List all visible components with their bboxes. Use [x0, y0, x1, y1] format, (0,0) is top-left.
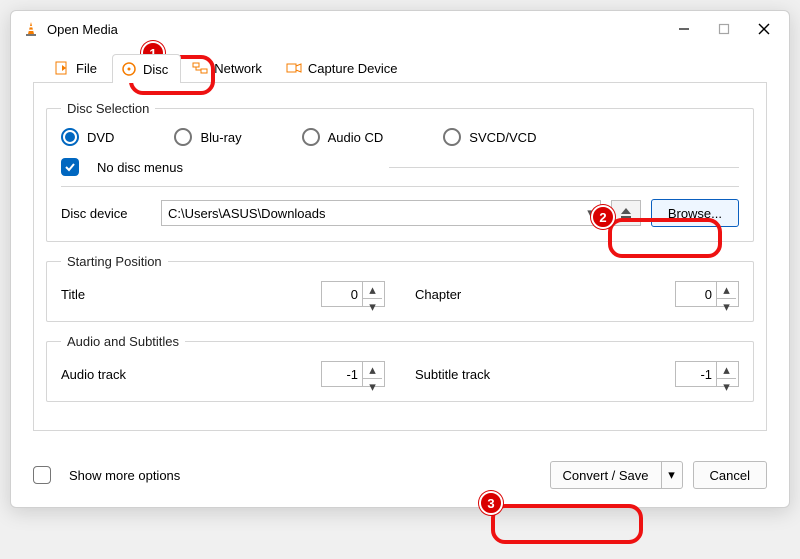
close-button[interactable] [755, 20, 773, 38]
annotation-ring-3 [491, 504, 643, 544]
maximize-button[interactable] [715, 20, 733, 38]
eject-button[interactable] [611, 200, 641, 226]
convert-save-button[interactable]: Convert / Save ▾ [550, 461, 683, 489]
spin-down-icon[interactable]: ▾ [717, 299, 736, 315]
minimize-button[interactable] [675, 20, 693, 38]
spin-up-icon[interactable]: ▴ [717, 282, 736, 299]
tab-disc-label: Disc [143, 62, 168, 77]
spin-down-icon[interactable]: ▾ [717, 379, 736, 395]
spin-down-icon[interactable]: ▾ [363, 299, 382, 315]
disc-device-combo[interactable]: C:\Users\ASUS\Downloads ▾ [161, 200, 601, 226]
open-media-window: Open Media File Disc Network Captu [10, 10, 790, 508]
browse-label: Browse... [668, 206, 722, 221]
disc-device-label: Disc device [61, 206, 151, 221]
tab-file-label: File [76, 61, 97, 76]
subtitle-track-value[interactable] [676, 362, 716, 386]
radio-bluray-label: Blu-ray [200, 130, 241, 145]
radio-svcd[interactable]: SVCD/VCD [443, 128, 536, 146]
chapter-spinner[interactable]: ▴▾ [675, 281, 739, 307]
starting-position-group: Starting Position Title ▴▾ Chapter ▴▾ [46, 254, 754, 322]
radio-audiocd[interactable]: Audio CD [302, 128, 384, 146]
convert-save-label: Convert / Save [563, 468, 649, 483]
chevron-down-icon: ▾ [668, 467, 675, 483]
radio-indicator-icon [174, 128, 192, 146]
radio-indicator-icon [302, 128, 320, 146]
tab-network[interactable]: Network [183, 53, 275, 82]
eject-icon [619, 206, 633, 220]
radio-audiocd-label: Audio CD [328, 130, 384, 145]
audio-track-label: Audio track [61, 367, 321, 382]
checkmark-icon [61, 158, 79, 176]
no-disc-menus-checkbox[interactable]: No disc menus [61, 158, 183, 176]
tab-disc[interactable]: Disc [112, 54, 181, 83]
radio-indicator-icon [443, 128, 461, 146]
audio-subtitles-group: Audio and Subtitles Audio track ▴▾ Subti… [46, 334, 754, 402]
footer: Show more options Convert / Save ▾ Cance… [11, 449, 789, 507]
title-value[interactable] [322, 282, 362, 306]
starting-position-legend: Starting Position [61, 254, 168, 269]
spin-up-icon[interactable]: ▴ [717, 362, 736, 379]
tab-capture[interactable]: Capture Device [277, 53, 411, 82]
vlc-cone-icon [23, 21, 39, 37]
browse-button[interactable]: Browse... [651, 199, 739, 227]
title-label: Title [61, 287, 321, 302]
cancel-label: Cancel [710, 468, 750, 483]
disc-device-value: C:\Users\ASUS\Downloads [168, 206, 326, 221]
network-icon [192, 60, 208, 76]
tab-network-label: Network [214, 61, 262, 76]
audio-subtitles-legend: Audio and Subtitles [61, 334, 185, 349]
spin-up-icon[interactable]: ▴ [363, 362, 382, 379]
spin-up-icon[interactable]: ▴ [363, 282, 382, 299]
chevron-down-icon: ▾ [587, 205, 594, 221]
radio-dvd-label: DVD [87, 130, 114, 145]
show-more-label: Show more options [69, 468, 180, 483]
capture-icon [286, 60, 302, 76]
audio-track-spinner[interactable]: ▴▾ [321, 361, 385, 387]
radio-indicator-icon [61, 128, 79, 146]
file-icon [54, 60, 70, 76]
checkbox-icon [33, 466, 51, 484]
tab-file[interactable]: File [45, 53, 110, 82]
titlebar: Open Media [11, 11, 789, 47]
audio-track-value[interactable] [322, 362, 362, 386]
show-more-options-checkbox[interactable]: Show more options [33, 466, 180, 484]
subtitle-track-label: Subtitle track [415, 367, 675, 382]
window-title: Open Media [47, 22, 675, 37]
cancel-button[interactable]: Cancel [693, 461, 767, 489]
chapter-label: Chapter [415, 287, 675, 302]
title-spinner[interactable]: ▴▾ [321, 281, 385, 307]
radio-dvd[interactable]: DVD [61, 128, 114, 146]
radio-svcd-label: SVCD/VCD [469, 130, 536, 145]
no-disc-menus-label: No disc menus [97, 160, 183, 175]
disc-icon [121, 61, 137, 77]
radio-bluray[interactable]: Blu-ray [174, 128, 241, 146]
convert-save-dropdown[interactable]: ▾ [661, 461, 683, 489]
disc-panel: Disc Selection DVD Blu-ray Audio CD [33, 83, 767, 431]
disc-selection-legend: Disc Selection [61, 101, 155, 116]
tabs: File Disc Network Capture Device [33, 53, 767, 83]
spin-down-icon[interactable]: ▾ [363, 379, 382, 395]
tab-capture-label: Capture Device [308, 61, 398, 76]
subtitle-track-spinner[interactable]: ▴▾ [675, 361, 739, 387]
disc-selection-group: Disc Selection DVD Blu-ray Audio CD [46, 101, 754, 242]
chapter-value[interactable] [676, 282, 716, 306]
